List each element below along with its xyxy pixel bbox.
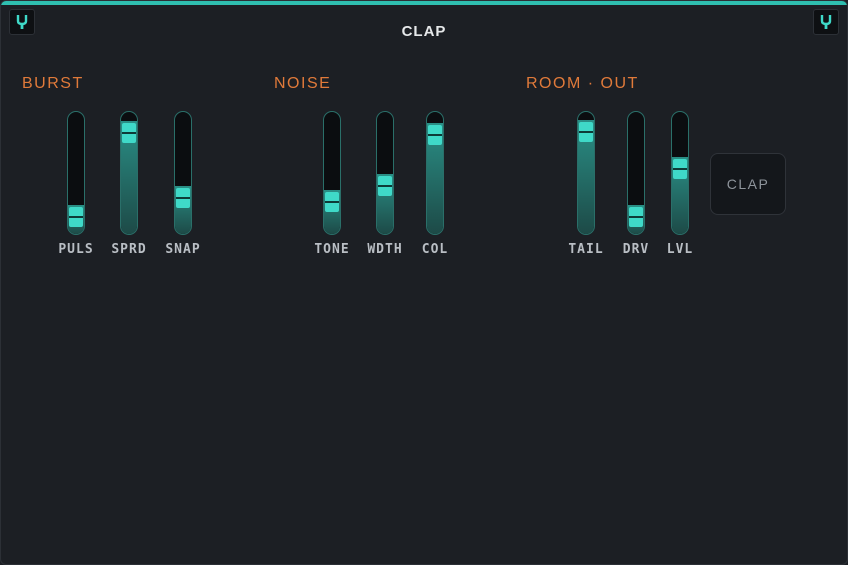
fader-handle[interactable] (428, 124, 442, 145)
fader-tail[interactable] (577, 111, 595, 235)
fader-label-lvl: LVL (666, 242, 694, 257)
fader-wdth[interactable] (376, 111, 394, 235)
instrument-title: CLAP (401, 23, 447, 40)
fader-label-sprd: SPRD (111, 242, 147, 257)
fader-handle[interactable] (69, 207, 83, 228)
fader-puls[interactable] (67, 111, 85, 235)
fader-handle[interactable] (176, 188, 190, 208)
fader-handle[interactable] (325, 191, 339, 212)
fader-tone[interactable] (323, 111, 341, 235)
fader-sprd[interactable] (120, 111, 138, 235)
fader-handle[interactable] (629, 207, 643, 228)
section-label-burst: BURST (22, 75, 84, 92)
fader-label-col: COL (421, 242, 449, 257)
fader-handle[interactable] (122, 122, 136, 143)
synth-panel: CLAP BURST NOISE ROOM · OUT PULS SPRD SN… (0, 0, 848, 565)
fader-handle[interactable] (378, 175, 392, 196)
fader-label-tone: TONE (314, 242, 350, 257)
top-accent-bar (1, 1, 847, 5)
fader-snap[interactable] (174, 111, 192, 235)
fader-drv[interactable] (627, 111, 645, 235)
section-label-room-out: ROOM · OUT (526, 75, 639, 92)
fader-handle[interactable] (673, 159, 687, 180)
fader-handle[interactable] (579, 121, 593, 142)
fader-label-snap: SNAP (165, 242, 201, 257)
fader-label-puls: PULS (58, 242, 94, 257)
section-label-noise: NOISE (274, 75, 332, 92)
clap-trigger-button[interactable]: CLAP (710, 153, 786, 215)
fader-col[interactable] (426, 111, 444, 235)
fader-lvl[interactable] (671, 111, 689, 235)
